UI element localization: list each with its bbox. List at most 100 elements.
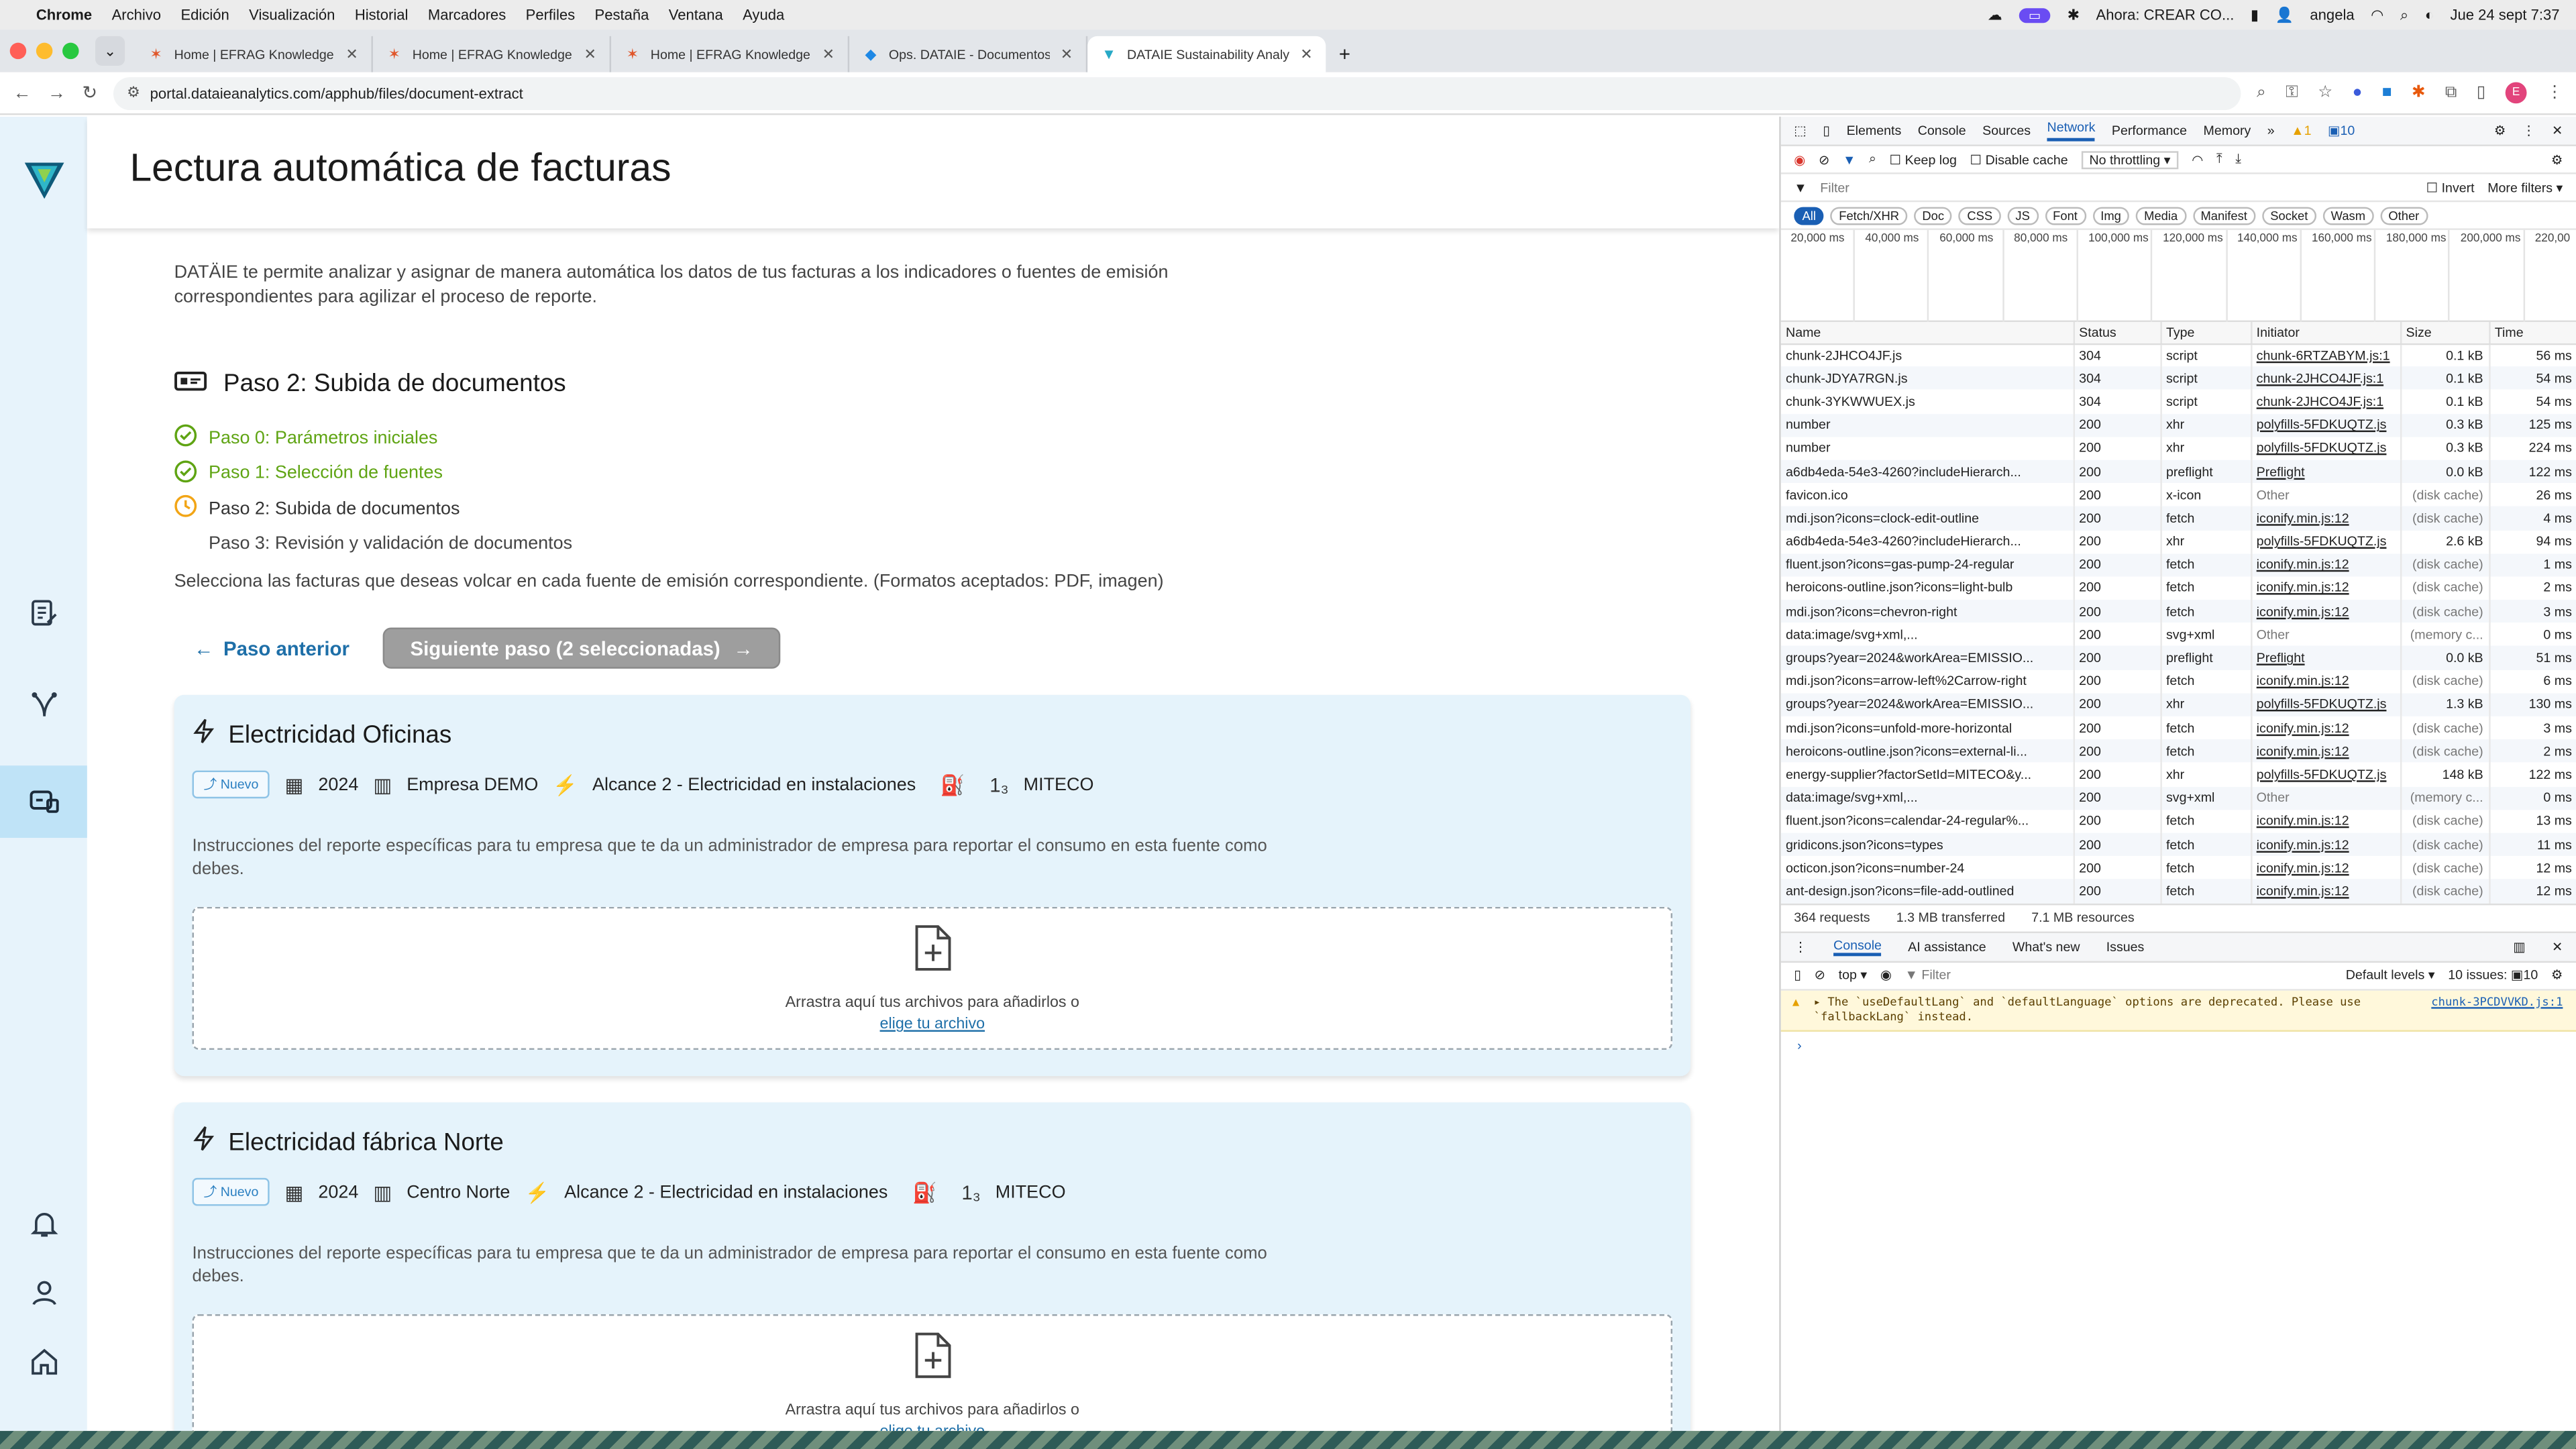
type-filter-chip[interactable]: JS [2007, 206, 2039, 225]
type-filter-chip[interactable]: Other [2380, 206, 2428, 225]
network-row[interactable]: number 200 xhr polyfills-5FDKUQTZ.js 0.3 kB 2… [1780, 436, 2576, 460]
context-select[interactable]: top ▾ [1839, 967, 1868, 982]
type-filter-chip[interactable]: Fetch/XHR [1831, 206, 1908, 225]
extension-icon[interactable]: ■ [2382, 84, 2392, 102]
control-center-icon[interactable]: ◐ [2425, 7, 2434, 23]
column-header[interactable]: Time [2489, 322, 2576, 345]
previous-step-button[interactable]: ← Paso anterior [174, 637, 350, 659]
minimize-window-icon[interactable] [36, 42, 53, 60]
network-row[interactable]: groups?year=2024&workArea=EMISSIO... 200 p… [1780, 646, 2576, 670]
document-extract-icon[interactable] [0, 765, 87, 838]
user-icon[interactable]: 👤 [2275, 6, 2293, 24]
network-row[interactable]: number 200 xhr polyfills-5FDKUQTZ.js 0.3 kB 1… [1780, 413, 2576, 437]
tab-search-icon[interactable]: ⌄ [95, 36, 125, 66]
tab-elements[interactable]: Elements [1847, 123, 1902, 138]
close-tab-icon[interactable]: ✕ [1300, 45, 1312, 63]
close-tab-icon[interactable]: ✕ [822, 45, 835, 63]
sidebar-toggle-icon[interactable]: ▯ [1794, 967, 1801, 982]
type-filter-chip[interactable]: Media [2135, 206, 2186, 225]
console-filter-input[interactable]: ▼ Filter [1905, 967, 2333, 982]
warning-source-link[interactable]: chunk-3PCDVVKD.js:1 [2431, 995, 2563, 1010]
console-prompt[interactable]: › [1781, 1031, 2576, 1059]
more-tabs-icon[interactable]: » [2267, 123, 2275, 138]
extension-icon[interactable]: ● [2353, 84, 2363, 102]
address-bar[interactable]: ⚙ portal.dataieanalytics.com/apphub/file… [113, 76, 2241, 109]
browser-tab[interactable]: ✶ Home | EFRAG Knowledge Hub ✕ [373, 36, 612, 72]
menu-visualizacion[interactable]: Visualización [249, 7, 335, 23]
branch-icon[interactable] [0, 669, 87, 741]
menubar-user[interactable]: angela [2310, 7, 2354, 23]
browser-tab-active[interactable]: ▼ DATAIE Sustainability Analytics ✕ [1087, 36, 1326, 72]
network-row[interactable]: a6db4eda-54e3-4260?includeHierarch... 200… [1780, 529, 2576, 553]
network-row[interactable]: heroicons-outline.json?icons=external-li… [1780, 739, 2576, 763]
menu-pestana[interactable]: Pestaña [595, 7, 649, 23]
close-drawer-icon[interactable]: ✕ [2552, 939, 2563, 954]
type-filter-chip[interactable]: Img [2092, 206, 2130, 225]
maximize-window-icon[interactable] [62, 42, 79, 60]
column-header[interactable]: Name [1780, 322, 2074, 345]
screen-record-icon[interactable]: ▭ [2019, 7, 2051, 23]
network-row[interactable]: data:image/svg+xml,... 200 svg+xml Other (me… [1780, 786, 2576, 810]
type-filter-chip[interactable]: Manifest [2192, 206, 2256, 225]
column-header[interactable]: Status [2073, 322, 2161, 345]
clear-icon[interactable]: ⊘ [1819, 152, 1829, 167]
bookmark-star-icon[interactable]: ☆ [2318, 84, 2332, 102]
column-header[interactable]: Initiator [2251, 322, 2402, 345]
import-icon[interactable]: ⤒ [2216, 151, 2222, 167]
tab-network[interactable]: Network [2047, 120, 2096, 142]
menu-archivo[interactable]: Archivo [112, 7, 162, 23]
device-toggle-icon[interactable]: ▯ [1823, 123, 1830, 138]
invert-checkbox[interactable]: ☐ Invert [2426, 180, 2475, 195]
column-header[interactable]: Type [2160, 322, 2252, 345]
choose-file-link[interactable]: elige tu archivo [880, 1015, 985, 1033]
drawer-tab-whats-new[interactable]: What's new [2012, 939, 2080, 954]
network-row[interactable]: data:image/svg+xml,... 200 svg+xml Other (me… [1780, 623, 2576, 647]
dock-icon[interactable]: ▥ [2513, 939, 2526, 954]
type-filter-chip[interactable]: Wasm [2322, 206, 2374, 225]
type-filter-chip[interactable]: CSS [1959, 206, 2001, 225]
network-row[interactable]: groups?year=2024&workArea=EMISSIO... 200 x… [1780, 693, 2576, 716]
tab-console[interactable]: Console [1918, 123, 1966, 138]
network-row[interactable]: gridicons.json?icons=types 200 fetch iconif… [1780, 833, 2576, 857]
dataie-logo-icon[interactable] [24, 162, 64, 207]
menubar-clock[interactable]: Jue 24 sept 7:37 [2451, 7, 2560, 23]
network-row[interactable]: octicon.json?icons=number-24 200 fetch icon… [1780, 856, 2576, 879]
choose-file-link[interactable]: elige tu archivo [880, 1423, 985, 1431]
menu-edicion[interactable]: Edición [180, 7, 229, 23]
wifi-icon[interactable]: ◠ [2192, 152, 2203, 167]
sidepanel-icon[interactable]: ▯ [2477, 84, 2486, 102]
network-row[interactable]: heroicons-outline.json?icons=light-bulb 2… [1780, 576, 2576, 600]
cloud-icon[interactable]: ☁ [1988, 6, 2002, 24]
drawer-tab-issues[interactable]: Issues [2106, 939, 2145, 954]
reload-icon[interactable]: ↻ [82, 82, 97, 103]
profile-avatar[interactable]: E [2505, 82, 2527, 104]
type-filter-chip[interactable]: Font [2044, 206, 2086, 225]
search-icon[interactable]: ⌕ [2400, 6, 2408, 24]
file-dropzone[interactable]: Arrastra aquí tus archivos para añadirlo… [192, 906, 1673, 1050]
user-icon[interactable] [0, 1256, 87, 1329]
network-row[interactable]: mdi.json?icons=arrow-left%2Carrow-right 2… [1780, 669, 2576, 694]
menu-marcadores[interactable]: Marcadores [428, 7, 506, 23]
more-options-icon[interactable]: ⋮ [2522, 123, 2536, 138]
step-item[interactable]: Paso 1: Selección de fuentes [174, 456, 1703, 492]
menu-app-name[interactable]: Chrome [36, 7, 92, 23]
inspect-icon[interactable]: ⬚ [1794, 123, 1807, 138]
drawer-tab-console[interactable]: Console [1833, 937, 1882, 956]
close-tab-icon[interactable]: ✕ [584, 45, 596, 63]
close-tab-icon[interactable]: ✕ [1061, 45, 1073, 63]
settings-gear-icon[interactable]: ⚙ [2494, 123, 2506, 138]
bell-icon[interactable] [0, 1188, 87, 1260]
now-playing-status[interactable]: Ahora: CREAR CO... [2096, 7, 2235, 23]
warning-count[interactable]: ▲1 [2291, 123, 2311, 138]
issues-count[interactable]: 10 issues: ▣10 [2448, 967, 2538, 982]
type-filter-chip[interactable]: All [1794, 206, 1825, 225]
battery-icon[interactable]: ▮ [2251, 6, 2259, 24]
type-filter-chip[interactable]: Socket [2261, 206, 2316, 225]
browser-tab[interactable]: ✶ Home | EFRAG Knowledge Hub ✕ [611, 36, 850, 72]
network-row[interactable]: fluent.json?icons=calendar-24-regular%..… [1780, 809, 2576, 833]
network-settings-icon[interactable]: ⚙ [2551, 152, 2563, 167]
browser-tab[interactable]: ✶ Home | EFRAG Knowledge Hub ✕ [135, 36, 373, 72]
export-icon[interactable]: ⤓ [2235, 151, 2241, 167]
wifi-icon[interactable]: ◠ [2371, 6, 2383, 24]
tab-performance[interactable]: Performance [2112, 123, 2187, 138]
